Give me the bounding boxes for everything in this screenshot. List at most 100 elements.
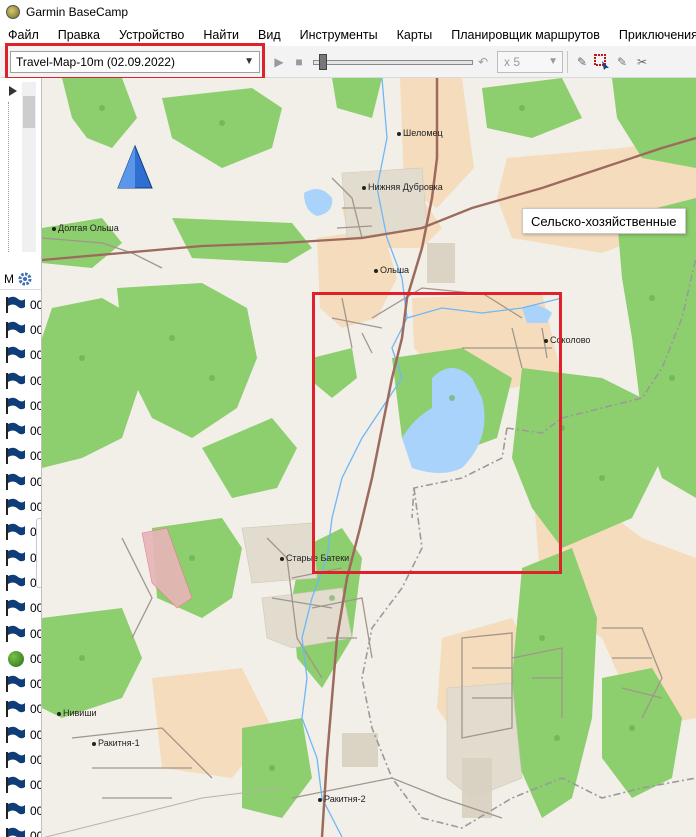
list-item[interactable]: 00 <box>0 343 41 368</box>
flag-icon <box>6 321 25 338</box>
list-item[interactable]: 00 <box>0 393 41 418</box>
list-item[interactable]: 00 <box>0 747 41 772</box>
playback-speed-select[interactable]: x 5 ▼ <box>497 50 563 73</box>
menu-maps[interactable]: Карты <box>397 28 433 42</box>
menu-adventures[interactable]: Приключения <box>619 28 696 42</box>
list-item[interactable]: 00 <box>0 722 41 747</box>
gear-icon[interactable] <box>16 270 34 288</box>
list-header-label: M <box>4 271 14 286</box>
place-label: Ракитня-1 <box>92 738 140 748</box>
list-item-label: 00 <box>30 702 41 717</box>
list-item[interactable]: 00 <box>0 798 41 823</box>
list-item[interactable]: 00 <box>0 596 41 621</box>
list-item-label: 00 <box>30 348 41 363</box>
library-sidebar: M 00 00 00 00 00 00 00 00 00 00 00 00 00 00 00 00 00 00 00… <box>0 78 42 837</box>
list-item[interactable]: 00 <box>0 773 41 798</box>
list-item-label: 00 <box>30 500 41 515</box>
flag-icon <box>6 346 25 364</box>
scissors-icon[interactable]: ✂ <box>632 51 652 73</box>
list-item[interactable]: 00 <box>0 697 41 722</box>
flag-icon <box>6 802 25 819</box>
playback-speed-value: x 5 <box>504 54 521 69</box>
place-label: Ракитня-2 <box>318 794 366 804</box>
list-item-label: 00 <box>30 424 41 439</box>
list-item-label: 00 <box>30 651 41 666</box>
slider-track <box>313 59 473 65</box>
list-item-label: 00 <box>30 449 41 464</box>
list-item-label: 00 <box>30 752 41 767</box>
tree-expand-icon[interactable] <box>7 84 19 98</box>
menu-view[interactable]: Вид <box>258 28 281 42</box>
draw-pencil-icon[interactable]: ✎ <box>572 51 592 73</box>
menu-file[interactable]: Файл <box>8 28 39 42</box>
list-item-label: 00 <box>30 297 41 312</box>
tree-scrollbar[interactable] <box>22 82 36 252</box>
list-item-label: 00 <box>30 398 41 413</box>
list-item-label: 00 <box>30 322 41 337</box>
list-item[interactable]: 00 <box>0 317 41 342</box>
list-item-label: 00 <box>30 601 41 616</box>
list-item[interactable]: 00 <box>0 823 41 837</box>
flag-icon <box>6 726 25 743</box>
stop-icon[interactable]: ■ <box>289 51 309 73</box>
map-select-highlight <box>5 43 265 80</box>
place-label: Нивиши <box>57 708 97 718</box>
slider-handle[interactable] <box>319 53 327 70</box>
chevron-down-icon: ▼ <box>548 55 558 67</box>
flag-icon <box>6 448 25 465</box>
play-icon[interactable]: ▶ <box>269 51 289 73</box>
list-header: M <box>0 268 41 290</box>
flag-icon <box>6 701 25 718</box>
map-tooltip: Сельско-хозяйственные <box>522 208 686 234</box>
map-view[interactable]: Шеломец Нижняя Дубровка Долгая Ольша Оль… <box>42 78 696 837</box>
list-item-label: 00 <box>30 727 41 742</box>
menu-route-planner[interactable]: Планировщик маршрутов <box>451 28 600 42</box>
list-item[interactable]: 00 <box>0 292 41 317</box>
menu-edit[interactable]: Правка <box>58 28 100 42</box>
place-label: Ольша <box>374 265 409 275</box>
list-item[interactable]: 00 <box>0 621 41 646</box>
select-area-icon[interactable] <box>592 51 612 73</box>
flag-icon <box>6 751 25 768</box>
list-item[interactable]: 00 <box>0 418 41 443</box>
list-item[interactable]: 00 <box>0 671 41 696</box>
library-tree <box>0 78 41 253</box>
flag-icon <box>6 827 25 837</box>
undo-icon[interactable]: ↶ <box>473 51 493 73</box>
flag-icon <box>6 599 25 617</box>
window-title: Garmin BaseCamp <box>26 5 129 19</box>
flag-icon <box>6 675 25 693</box>
list-item-label: 00 <box>30 828 41 837</box>
flag-icon <box>6 574 25 591</box>
green-dot-icon <box>8 650 24 667</box>
list-item[interactable]: 00 <box>0 444 41 469</box>
place-label: Шеломец <box>397 128 443 138</box>
flag-icon <box>6 498 25 516</box>
playback-slider[interactable] <box>313 51 473 73</box>
flag-icon <box>6 473 25 490</box>
list-item[interactable]: 00 <box>0 494 41 519</box>
flag-icon <box>6 372 25 389</box>
place-label: Долгая Ольша <box>52 223 119 233</box>
map-area-highlight <box>312 292 562 574</box>
toolbar-separator <box>567 50 568 73</box>
flag-icon <box>6 397 25 414</box>
tree-line <box>8 102 14 252</box>
menu-find[interactable]: Найти <box>203 28 239 42</box>
list-item-label: 00 <box>30 626 41 641</box>
app-logo-icon <box>6 5 20 19</box>
menu-device[interactable]: Устройство <box>119 28 184 42</box>
place-label: Нижняя Дубровка <box>362 182 443 192</box>
list-item-label: 00 <box>30 778 41 793</box>
list-item[interactable]: 00 <box>0 368 41 393</box>
list-item[interactable]: 00 <box>0 469 41 494</box>
flag-icon <box>6 549 25 566</box>
flag-icon <box>6 524 25 541</box>
flag-icon <box>6 625 25 642</box>
list-item[interactable]: 00 <box>0 646 41 671</box>
eraser-icon[interactable]: ✎ <box>612 51 632 73</box>
flag-icon <box>6 776 25 794</box>
menu-tools[interactable]: Инструменты <box>300 28 378 42</box>
scrollbar-thumb[interactable] <box>23 96 35 128</box>
flag-icon <box>6 422 25 440</box>
